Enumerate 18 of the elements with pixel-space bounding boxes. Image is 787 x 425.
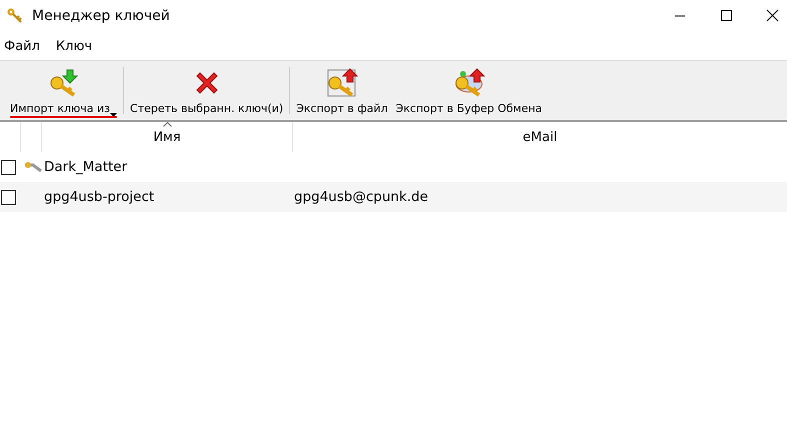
column-header[interactable]: eMail [522,130,558,144]
checkbox[interactable] [1,160,16,174]
key-icon [452,68,485,98]
checkbox[interactable] [1,190,16,204]
toolbar-button[interactable]: Экспорт в Буфер Обмена [392,61,546,120]
column-header[interactable]: Имя [153,130,181,144]
menu-item[interactable]: Файл [4,38,40,54]
menu-item[interactable]: Ключ [56,38,92,54]
key-icon [48,68,80,98]
toolbar-button[interactable]: Импорт ключа из [6,61,122,120]
table-cell: gpg4usb@cpunk.de [294,189,428,205]
table-cell: Dark_Matter [44,159,128,175]
toolbar-button[interactable]: Стереть выбранн. ключ(и) [126,61,288,120]
table-cell: gpg4usb-project [44,189,154,205]
window-title: Менеджер ключей [32,8,171,24]
key-icon [326,68,358,98]
toolbar-button[interactable]: Экспорт в файл [292,61,392,120]
keys-icon [6,7,24,25]
